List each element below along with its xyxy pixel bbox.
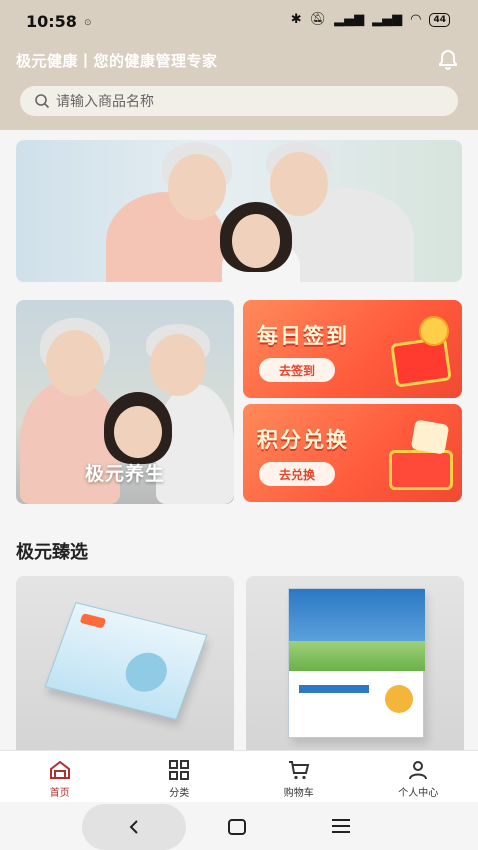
chevron-left-icon bbox=[129, 820, 138, 834]
product-box-image bbox=[44, 602, 208, 720]
system-nav-bar bbox=[0, 802, 478, 850]
tab-cart-label: 购物车 bbox=[283, 788, 314, 799]
tab-home-label: 首页 bbox=[49, 788, 70, 799]
menu-button[interactable] bbox=[332, 819, 350, 837]
gift-box-icon bbox=[390, 336, 452, 388]
tab-profile-label: 个人中心 bbox=[398, 788, 439, 799]
tab-home[interactable]: 首页 bbox=[0, 751, 120, 802]
gold-coin-icon bbox=[419, 316, 449, 346]
family-banner-image[interactable] bbox=[16, 140, 462, 282]
points-exchange-card[interactable]: 积分兑换 去兑换 bbox=[243, 404, 462, 502]
app-title: 极元健康丨您的健康管理专家 bbox=[16, 52, 218, 70]
search-icon bbox=[35, 94, 50, 109]
battery-icon: 44 bbox=[429, 12, 450, 27]
bell-icon[interactable] bbox=[436, 48, 460, 72]
signin-button[interactable]: 去签到 bbox=[259, 358, 335, 382]
search-bar[interactable]: 请输入商品名称 bbox=[20, 86, 458, 116]
tab-category-label: 分类 bbox=[169, 788, 190, 799]
tab-category[interactable]: 分类 bbox=[120, 751, 240, 802]
daily-signin-title: 每日签到 bbox=[257, 324, 349, 348]
tab-cart[interactable]: 购物车 bbox=[239, 751, 359, 802]
search-input[interactable]: 请输入商品名称 bbox=[56, 91, 154, 111]
signal-icon-2: ▂▄▆ bbox=[372, 12, 403, 27]
tab-profile[interactable]: 个人中心 bbox=[359, 751, 478, 802]
app-header: 10:58 ⊙ ✱ 🔕︎ ▂▄▆ ▂▄▆ ◠ 44 极元健康丨您的健康管理专家 … bbox=[0, 0, 478, 130]
main-content: 极元养生 每日签到 去签到 积分兑换 去兑换 极元臻选 bbox=[0, 130, 478, 756]
bottom-tab-bar: 首页 分类 购物车 个人中心 bbox=[0, 750, 478, 802]
back-button[interactable] bbox=[82, 804, 186, 850]
product-card-1[interactable] bbox=[16, 576, 234, 756]
wifi-icon: ◠ bbox=[410, 12, 422, 27]
section-title: 极元臻选 bbox=[16, 542, 88, 563]
mute-icon: 🔕︎ bbox=[309, 12, 327, 27]
notification-dot-icon: ⊙ bbox=[84, 18, 92, 28]
bluetooth-icon: ✱ bbox=[290, 12, 302, 27]
milk-powder-box-image bbox=[288, 588, 425, 738]
home-icon bbox=[49, 760, 70, 779]
points-exchange-title: 积分兑换 bbox=[257, 428, 349, 452]
signal-icon: ▂▄▆ bbox=[334, 12, 365, 27]
wallet-icon bbox=[389, 450, 453, 490]
status-time: 10:58 bbox=[26, 12, 77, 31]
profile-icon bbox=[409, 761, 428, 780]
status-bar: 10:58 ⊙ ✱ 🔕︎ ▂▄▆ ▂▄▆ ◠ 44 bbox=[0, 0, 478, 42]
envelope-icon bbox=[410, 419, 450, 455]
category-icon bbox=[169, 760, 190, 780]
status-icons: ✱ 🔕︎ ▂▄▆ ▂▄▆ ◠ 44 bbox=[291, 12, 450, 27]
jiyuan-wellness-card[interactable]: 极元养生 bbox=[16, 300, 234, 504]
home-button[interactable] bbox=[228, 819, 246, 835]
daily-signin-card[interactable]: 每日签到 去签到 bbox=[243, 300, 462, 398]
product-card-2[interactable] bbox=[246, 576, 464, 756]
jiyuan-wellness-label: 极元养生 bbox=[84, 463, 165, 485]
cart-icon bbox=[288, 761, 310, 780]
exchange-button[interactable]: 去兑换 bbox=[259, 462, 335, 486]
